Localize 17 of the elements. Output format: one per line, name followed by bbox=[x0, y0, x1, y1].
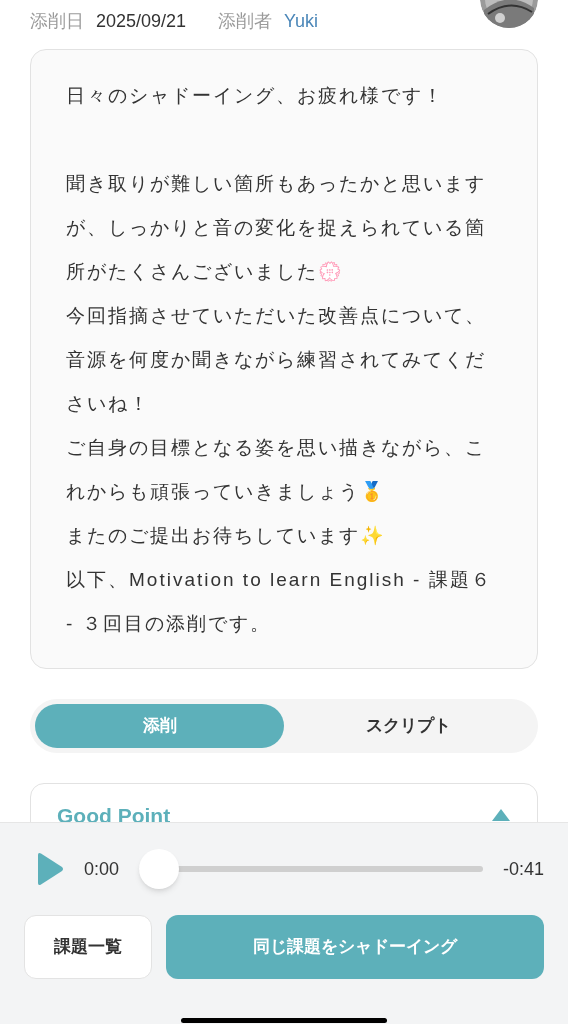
task-list-button[interactable]: 課題一覧 bbox=[24, 915, 152, 979]
play-icon[interactable] bbox=[36, 852, 64, 886]
reviewer-label: 添削者 bbox=[218, 10, 273, 33]
tab[interactable]: スクリプト bbox=[284, 704, 533, 748]
date-value: 2025/09/21 bbox=[96, 10, 187, 33]
message-paragraph: 聞き取りが難しい箇所もあったかと思いますが、しっかりと音の変化を捉えられている箇所がたくさんございました💮 bbox=[66, 172, 487, 284]
message-paragraph: 今回指摘させていただいた改善点について、音源を何度か聞きながら練習されてみてくださいね！ bbox=[66, 304, 487, 416]
message-paragraph: またのご提出お待ちしています✨ bbox=[66, 524, 387, 548]
message-paragraph: ご自身の目標となる姿を思い描きながら、これからも頑張っていきましょう🥇 bbox=[66, 436, 487, 504]
date-label: 添削日 bbox=[30, 10, 84, 33]
elapsed-time: 0:00 bbox=[84, 857, 120, 881]
message-greeting: 日々のシャドーイング、お疲れ様です！ bbox=[66, 84, 445, 108]
seek-thumb[interactable] bbox=[139, 849, 180, 889]
seek-slider[interactable] bbox=[139, 849, 483, 889]
reviewer-name: Yuki bbox=[284, 10, 319, 33]
remaining-time: -0:41 bbox=[502, 857, 544, 881]
message-paragraph: 以下、Motivation to learn English - 課題６ - ３回目の添削です。 bbox=[66, 568, 493, 636]
